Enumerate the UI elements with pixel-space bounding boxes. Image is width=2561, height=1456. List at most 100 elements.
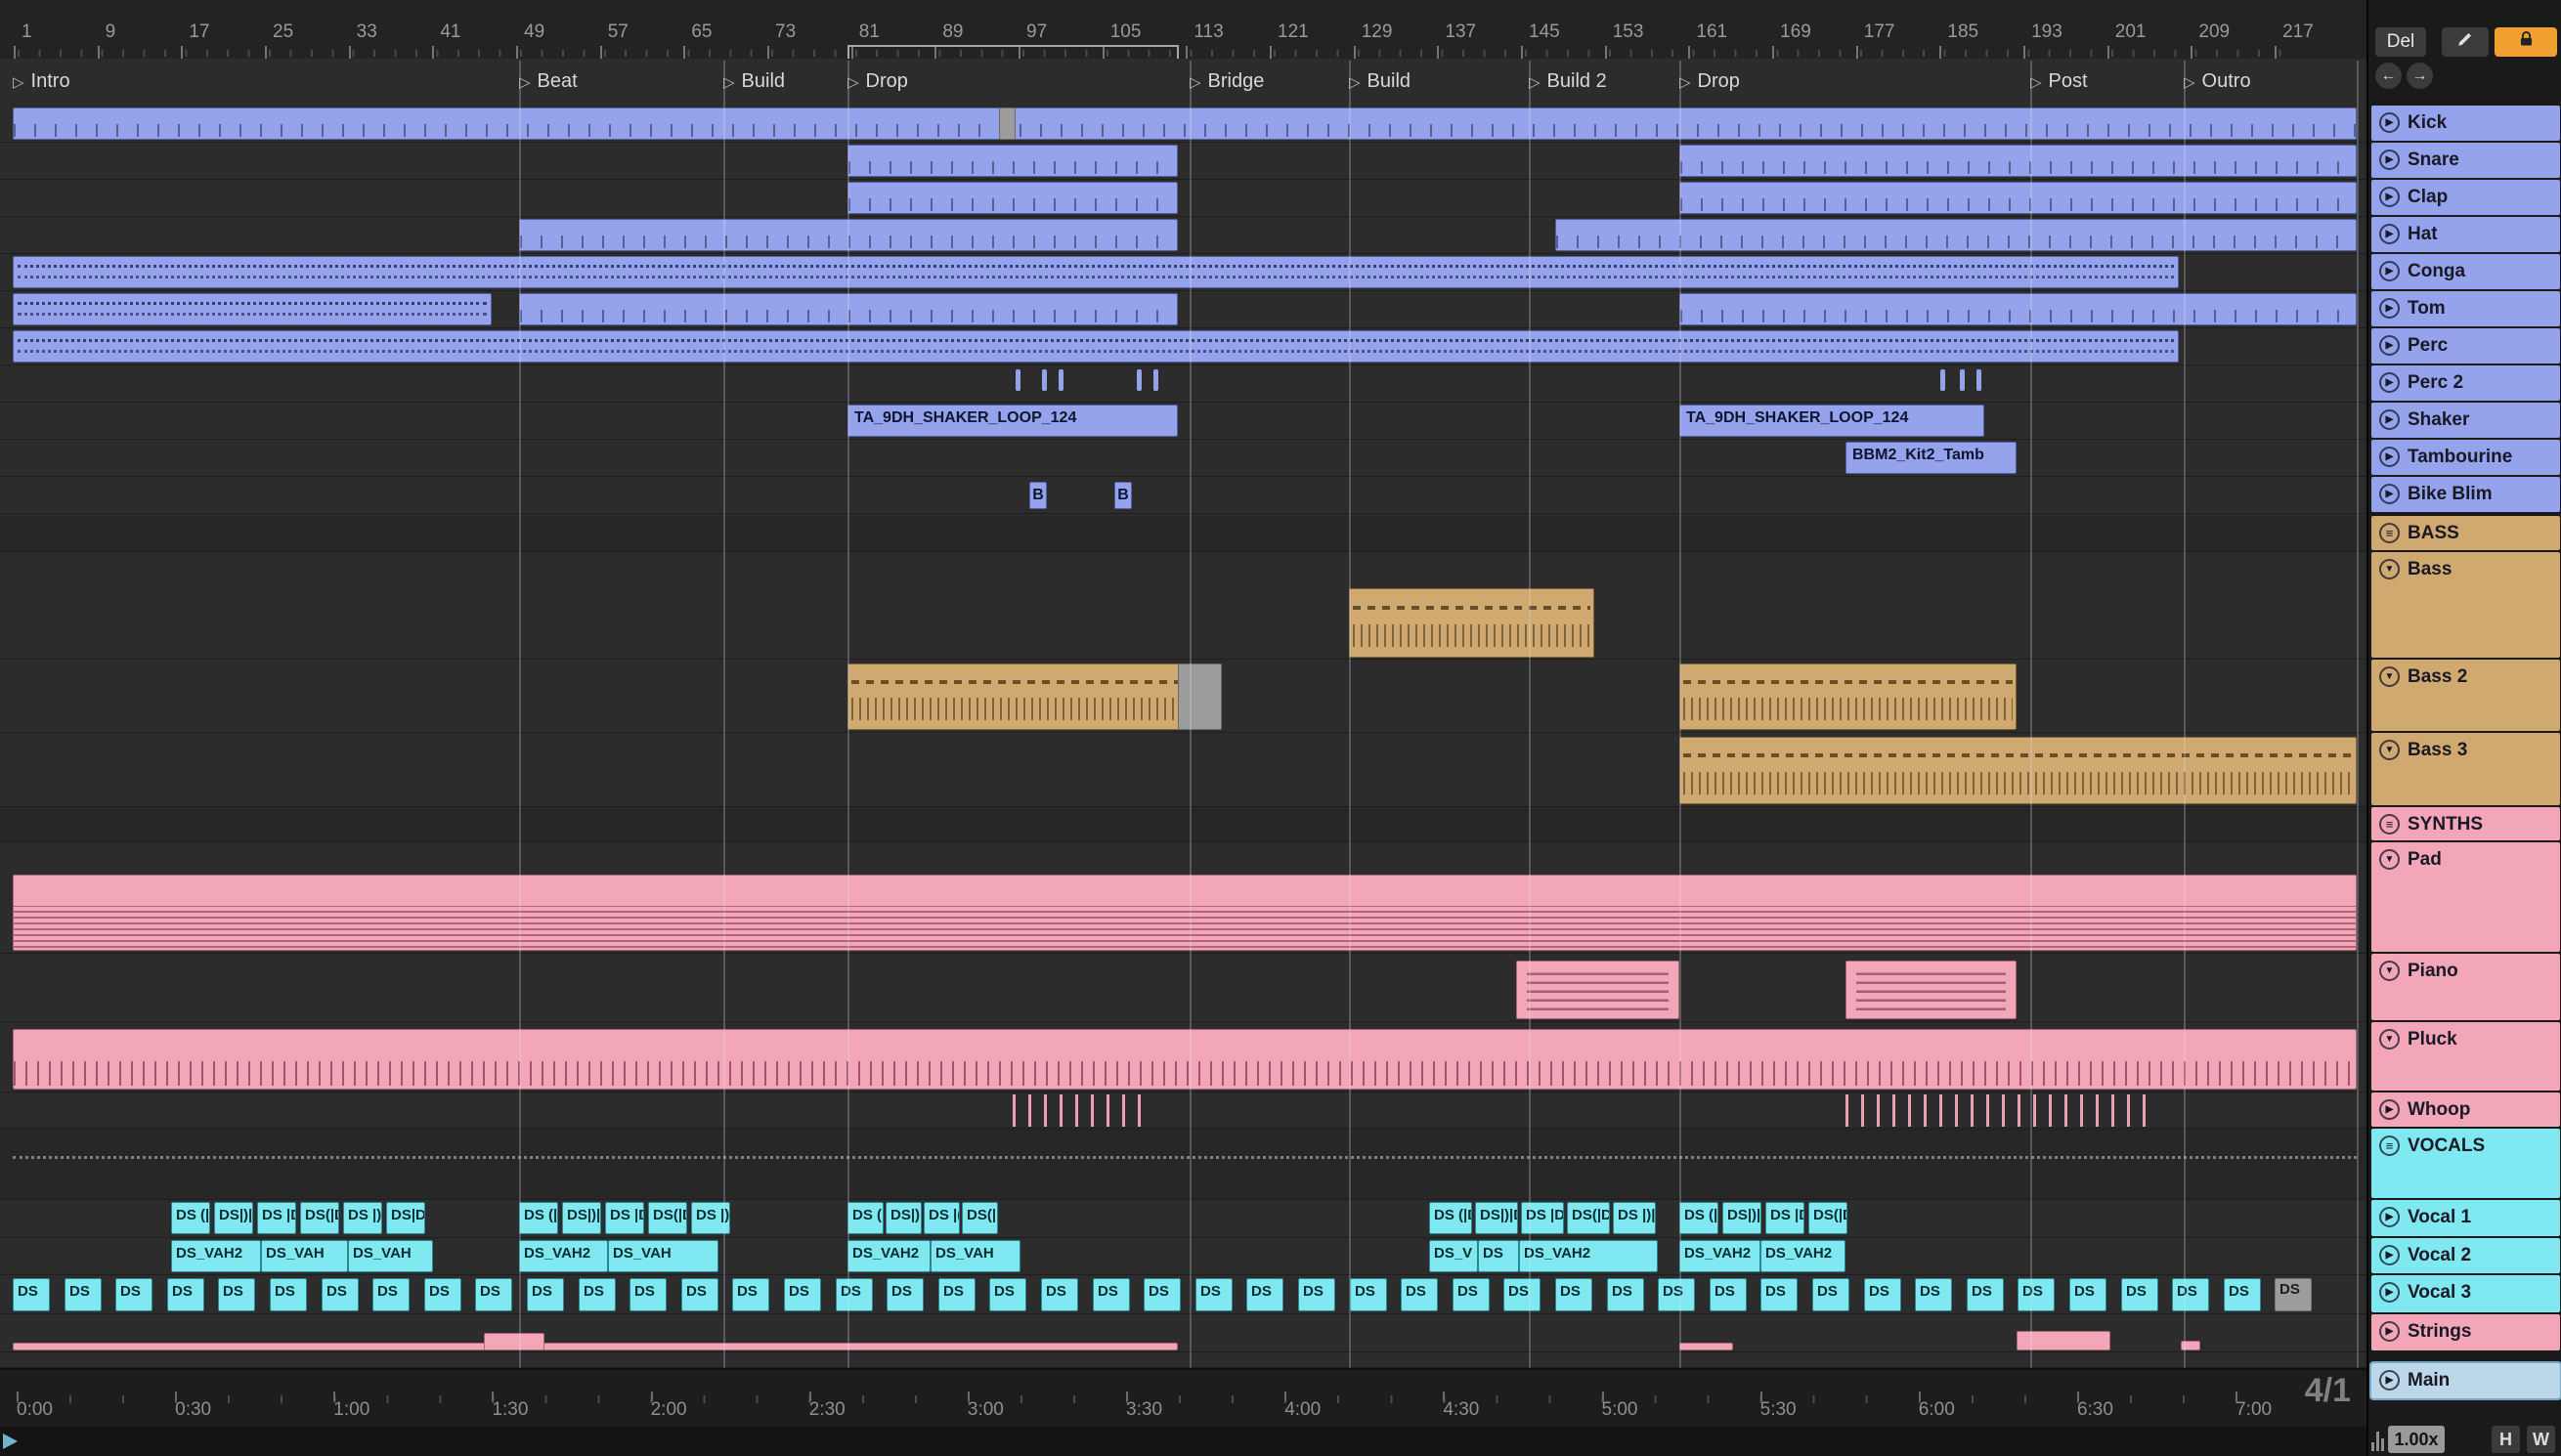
clip[interactable]: DS: [681, 1278, 718, 1311]
clip[interactable]: [1555, 219, 2357, 251]
chevron-down-icon[interactable]: ▼: [2379, 1029, 2400, 1049]
clip[interactable]: TA_9DH_SHAKER_LOOP_124: [1679, 405, 1984, 437]
clip[interactable]: DS: [1298, 1278, 1335, 1311]
clip[interactable]: DS: [2172, 1278, 2209, 1311]
track-header-vocals[interactable]: ≡ VOCALS: [2371, 1129, 2560, 1198]
track-header-snare[interactable]: ▶ Snare: [2371, 143, 2560, 178]
play-triangle-icon[interactable]: ▶: [2379, 447, 2400, 467]
play-triangle-icon[interactable]: ▶: [2379, 112, 2400, 133]
track-header-perc-2[interactable]: ▶ Perc 2: [2371, 365, 2560, 401]
track-header-pad[interactable]: ▼ Pad: [2371, 842, 2560, 952]
play-triangle-icon[interactable]: ▶: [2379, 1321, 2400, 1342]
track-header-bass[interactable]: ≡ BASS: [2371, 516, 2560, 550]
chevron-down-icon[interactable]: ▼: [2379, 740, 2400, 760]
clip[interactable]: DS: [579, 1278, 616, 1311]
clip[interactable]: B: [1029, 482, 1047, 509]
waveform-zoom-icon[interactable]: [2371, 1430, 2384, 1451]
clip[interactable]: DS: [989, 1278, 1026, 1311]
clip[interactable]: DS (|D: [1679, 1202, 1718, 1234]
track-header-bass-2[interactable]: ▼ Bass 2: [2371, 660, 2560, 731]
clip[interactable]: DS_VAH2: [171, 1240, 261, 1272]
horizontal-scroll-area[interactable]: [0, 1427, 2366, 1456]
clip[interactable]: DS_VAH2: [519, 1240, 608, 1272]
play-triangle-icon[interactable]: ▶: [2379, 298, 2400, 319]
clip[interactable]: [1042, 369, 1047, 391]
clip[interactable]: DS (|D|: [519, 1202, 558, 1234]
track-header-bass[interactable]: ▼ Bass: [2371, 552, 2560, 658]
locator-post[interactable]: ▷ Post: [2030, 70, 2088, 93]
track-header-perc[interactable]: ▶ Perc: [2371, 328, 2560, 364]
nav-forward-button[interactable]: →: [2407, 63, 2433, 89]
play-triangle-icon[interactable]: ▶: [2379, 484, 2400, 504]
clip[interactable]: DS: [836, 1278, 873, 1311]
delete-button[interactable]: Del: [2375, 27, 2426, 57]
play-triangle-icon[interactable]: ▶: [2379, 372, 2400, 393]
clip[interactable]: [1178, 664, 1222, 730]
clip[interactable]: DS: [1967, 1278, 2004, 1311]
lock-button[interactable]: [2495, 27, 2557, 57]
track-header-bike-blim[interactable]: ▶ Bike Blim: [2371, 477, 2560, 512]
track-header-clap[interactable]: ▶ Clap: [2371, 180, 2560, 215]
play-triangle-icon[interactable]: ▶: [2379, 1099, 2400, 1120]
clip[interactable]: DS(|: [962, 1202, 998, 1234]
clip[interactable]: DS: [1195, 1278, 1233, 1311]
clip[interactable]: DS: [1915, 1278, 1952, 1311]
clip[interactable]: [1845, 1094, 2156, 1127]
clip[interactable]: DS|): [886, 1202, 922, 1234]
clip[interactable]: DS: [2224, 1278, 2261, 1311]
clip[interactable]: DS: [2121, 1278, 2158, 1311]
clip[interactable]: [13, 293, 492, 325]
locator-drop[interactable]: ▷ Drop: [1679, 70, 1740, 93]
clip[interactable]: [484, 1333, 544, 1350]
track-header-piano[interactable]: ▼ Piano: [2371, 954, 2560, 1020]
clip[interactable]: DS: [732, 1278, 769, 1311]
clip[interactable]: DS: [2018, 1278, 2055, 1311]
clip[interactable]: DS|)|D: [562, 1202, 601, 1234]
clip[interactable]: [1679, 145, 2357, 177]
locator-outro[interactable]: ▷ Outro: [2184, 70, 2251, 93]
clip[interactable]: DS: [475, 1278, 512, 1311]
clip[interactable]: DS: [1555, 1278, 1592, 1311]
clip[interactable]: [1679, 737, 2357, 804]
track-header-vocal-2[interactable]: ▶ Vocal 2: [2371, 1238, 2560, 1273]
track-header-conga[interactable]: ▶ Conga: [2371, 254, 2560, 289]
clip[interactable]: BBM2_Kit2_Tamb: [1845, 442, 2017, 474]
clip[interactable]: DS|)|D: [1475, 1202, 1518, 1234]
play-triangle-icon[interactable]: ▶: [2379, 409, 2400, 430]
play-triangle-icon[interactable]: ▶: [2379, 1207, 2400, 1227]
clip[interactable]: [13, 1156, 2357, 1159]
clip[interactable]: DS (|D|: [171, 1202, 210, 1234]
clip[interactable]: DS_VAH2: [1760, 1240, 1845, 1272]
clip[interactable]: DS |D|: [1521, 1202, 1564, 1234]
clip[interactable]: DS: [218, 1278, 255, 1311]
clip[interactable]: [13, 107, 2357, 140]
zoom-height-button[interactable]: H: [2492, 1426, 2520, 1453]
clip[interactable]: [1153, 369, 1158, 391]
clip[interactable]: DS(|D|: [1567, 1202, 1610, 1234]
bar-ruler[interactable]: 1 9 17 25 33 41 49 57 65 73 81 89 97 105 113 121 129 137 1…: [0, 0, 2366, 61]
clip[interactable]: [13, 1343, 1178, 1350]
clip[interactable]: [1349, 588, 1594, 658]
chevron-down-icon[interactable]: ▼: [2379, 666, 2400, 687]
play-triangle-icon[interactable]: ▶: [2379, 187, 2400, 207]
clip[interactable]: B: [1114, 482, 1132, 509]
play-triangle-icon[interactable]: ▶: [2379, 261, 2400, 281]
clip[interactable]: DS |)|: [343, 1202, 382, 1234]
track-header-pluck[interactable]: ▼ Pluck: [2371, 1022, 2560, 1091]
clip[interactable]: DS: [1453, 1278, 1490, 1311]
clip[interactable]: DS_VAH2: [1679, 1240, 1760, 1272]
clip[interactable]: [13, 1029, 2357, 1090]
clip[interactable]: [847, 145, 1178, 177]
clip[interactable]: DS: [527, 1278, 564, 1311]
clip[interactable]: [1016, 369, 1020, 391]
locator-drop[interactable]: ▷ Drop: [847, 70, 908, 93]
clip[interactable]: DS_VAH: [931, 1240, 1020, 1272]
play-triangle-icon[interactable]: ▶: [2379, 150, 2400, 170]
clip[interactable]: [1516, 961, 1679, 1019]
clip[interactable]: DS: [65, 1278, 102, 1311]
zoom-level-control[interactable]: 1.00x: [2388, 1426, 2445, 1453]
track-header-tom[interactable]: ▶ Tom: [2371, 291, 2560, 326]
clip[interactable]: DS|)|D: [214, 1202, 253, 1234]
clip[interactable]: [1940, 369, 1945, 391]
clip[interactable]: DS |D|: [257, 1202, 296, 1234]
